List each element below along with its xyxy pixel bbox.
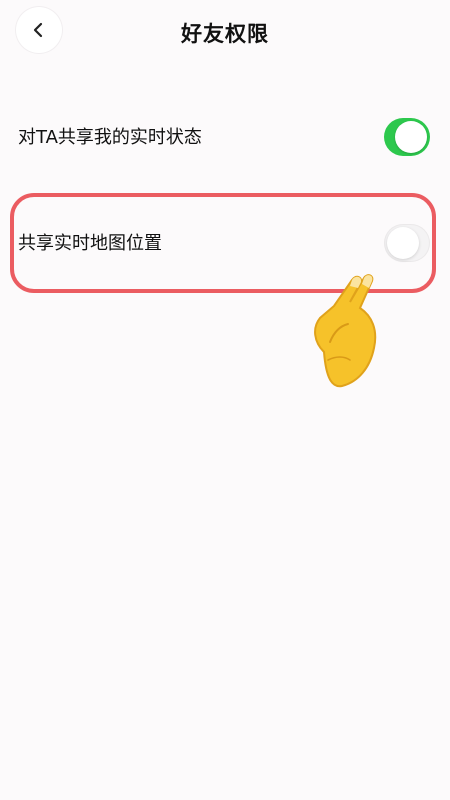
share-location-toggle[interactable] (384, 224, 430, 262)
setting-row-share-status: 对TA共享我的实时状态 (0, 106, 450, 166)
pointing-hand-icon (314, 274, 377, 388)
page-title: 好友权限 (181, 22, 269, 46)
toggle-knob (387, 227, 419, 259)
setting-row-share-location: 共享实时地图位置 (0, 212, 450, 272)
setting-label-share-status: 对TA共享我的实时状态 (18, 127, 202, 148)
share-status-toggle[interactable] (384, 118, 430, 156)
setting-label-share-location: 共享实时地图位置 (18, 233, 162, 254)
header-bar: 好友权限 (0, 0, 450, 70)
toggle-knob (395, 121, 427, 153)
